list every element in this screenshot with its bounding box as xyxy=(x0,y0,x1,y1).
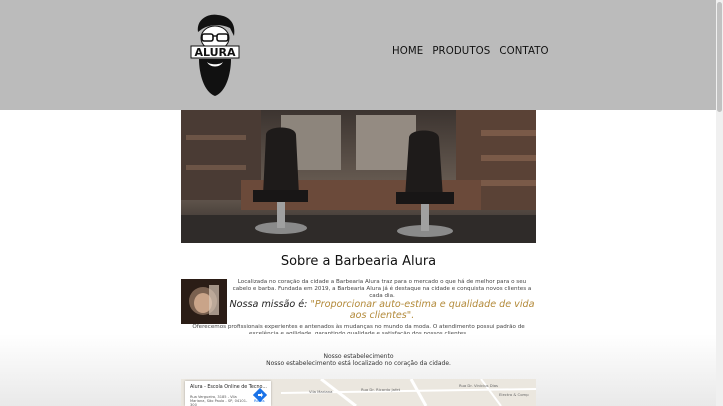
map-label-street-1: Rua Dr. Ricardo Jafet xyxy=(361,387,401,392)
page-scrollbar[interactable] xyxy=(716,0,723,406)
mission-statement: Nossa missão é: "Proporcionar auto-estim… xyxy=(228,299,536,321)
map-label-neighborhood: Vila Mariana xyxy=(309,389,333,394)
mission-quote: "Proporcionar auto-estima e qualidade de… xyxy=(310,299,535,321)
alura-logo[interactable]: ALURA xyxy=(190,12,240,98)
map-label-street-2: Rua Dr. Vinicius Dias xyxy=(459,383,499,388)
map-place-card[interactable]: Alura - Escola Online de Tecno... Rua Ve… xyxy=(185,381,271,406)
barbershop-banner-image xyxy=(181,110,536,243)
location-map[interactable]: Rua Dr. Ricardo Jafet Vila Mariana Rua D… xyxy=(181,379,536,406)
main-nav: HOME PRODUTOS CONTATO xyxy=(392,46,549,57)
site-header: ALURA HOME PRODUTOS CONTATO xyxy=(0,0,716,110)
nav-contato[interactable]: CONTATO xyxy=(499,46,548,57)
mission-label: Nossa missão é: xyxy=(229,299,308,310)
establishment-subtitle: Nosso estabelecimento está localizado no… xyxy=(266,360,451,367)
logo-text: ALURA xyxy=(194,46,236,59)
nav-produtos[interactable]: PRODUTOS xyxy=(432,46,490,57)
establishment-title: Nosso estabelecimento xyxy=(323,353,394,360)
map-label-store: Electro & Comp xyxy=(499,392,529,397)
about-title: Sobre a Barbearia Alura xyxy=(280,254,437,269)
map-place-address: Rua Vergueiro, 3185 - Vila Mariana, São … xyxy=(190,395,248,406)
about-paragraph: Localizada no coração da cidade a Barbea… xyxy=(232,279,532,299)
directions-label[interactable]: Rotas xyxy=(254,398,265,403)
scrollbar-thumb[interactable] xyxy=(717,2,722,112)
barber-photo xyxy=(181,279,227,324)
nav-home[interactable]: HOME xyxy=(392,46,423,57)
